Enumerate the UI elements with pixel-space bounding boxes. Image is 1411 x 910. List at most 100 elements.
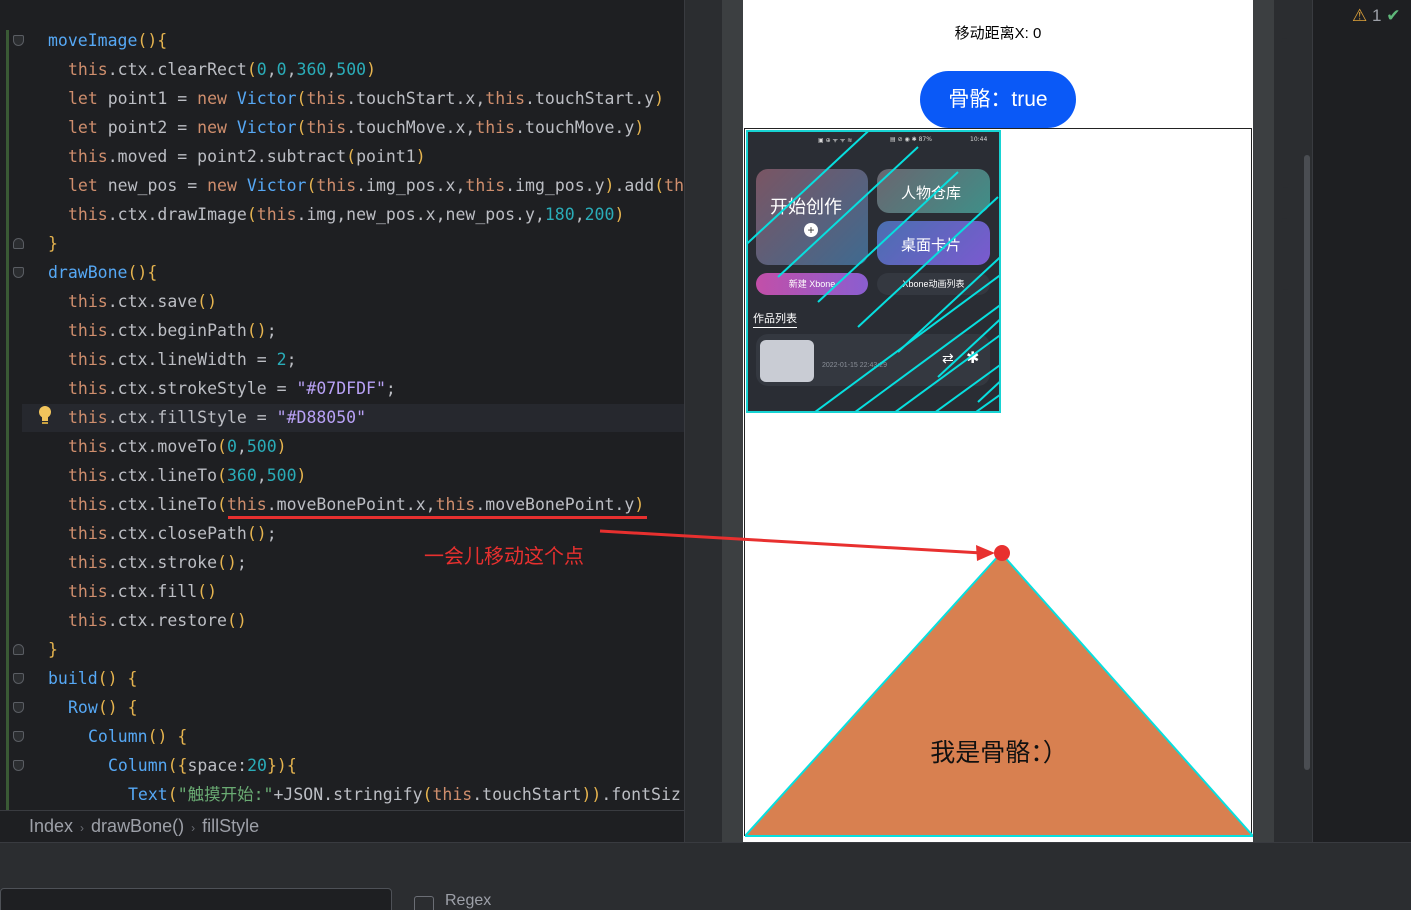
device-frame-right: [1253, 0, 1274, 910]
code-line[interactable]: }: [48, 229, 58, 258]
warnings-indicator[interactable]: ⚠ 1 ✔: [1352, 6, 1400, 26]
breadcrumb-item[interactable]: fillStyle: [202, 816, 259, 836]
code-line[interactable]: this.ctx.fillStyle = "#D88050": [68, 403, 366, 432]
fold-icon[interactable]: [13, 673, 24, 684]
code-token: let: [68, 118, 108, 137]
code-token: (): [217, 553, 237, 572]
code-token: this: [432, 785, 473, 804]
code-token: (: [296, 89, 307, 108]
code-token: this: [68, 147, 108, 166]
code-token: Victor: [246, 176, 307, 195]
code-line[interactable]: this.ctx.drawImage(this.img,new_pos.x,ne…: [68, 200, 624, 229]
code-editor[interactable]: moveImage(){this.ctx.clearRect(0,0,360,5…: [0, 0, 684, 810]
code-line[interactable]: Text("触摸开始:"+JSON.stringify(this.touchSt…: [128, 780, 681, 809]
code-line[interactable]: this.ctx.stroke();: [68, 548, 247, 577]
side-tab[interactable]: [1281, 38, 1289, 188]
code-line[interactable]: Column() {: [88, 722, 187, 751]
code-line[interactable]: moveImage(){: [48, 26, 167, 55]
code-line[interactable]: let new_pos = new Victor(this.img_pos.x,…: [68, 171, 684, 200]
code-line[interactable]: this.ctx.lineWidth = 2;: [68, 345, 297, 374]
code-token: ): [276, 437, 287, 456]
code-line[interactable]: build() {: [48, 664, 137, 693]
code-token: }: [48, 640, 58, 659]
breadcrumb-item[interactable]: Index: [29, 816, 73, 836]
code-line[interactable]: this.ctx.strokeStyle = "#07DFDF";: [68, 374, 396, 403]
code-line[interactable]: drawBone(){: [48, 258, 157, 287]
lightbulb-icon[interactable]: [38, 405, 52, 425]
code-token: .ctx.fill: [107, 582, 198, 601]
code-line[interactable]: this.ctx.closePath();: [68, 519, 277, 548]
code-token: .moveBonePoint.y: [475, 495, 635, 514]
code-line[interactable]: let point2 = new Victor(this.touchMove.x…: [68, 113, 644, 142]
code-token: "触摸开始:": [177, 785, 274, 804]
code-token: new: [197, 118, 237, 137]
annotation-text: 一会儿移动这个点: [424, 546, 584, 568]
code-line[interactable]: this.ctx.beginPath();: [68, 316, 277, 345]
code-token: ;: [286, 350, 297, 369]
code-token: space:: [187, 756, 248, 775]
code-token: (: [346, 147, 357, 166]
bone-toggle-button[interactable]: 骨骼：true: [920, 71, 1076, 128]
code-token: ,: [286, 60, 297, 79]
fold-icon[interactable]: [13, 731, 24, 742]
code-token: () {: [147, 727, 188, 746]
fold-icon[interactable]: [13, 644, 24, 655]
vertical-scrollbar[interactable]: [1304, 155, 1310, 770]
side-tab[interactable]: [1281, 218, 1289, 290]
code-token: 2: [276, 350, 287, 369]
code-line[interactable]: this.ctx.lineTo(360,500): [68, 461, 306, 490]
inspection-gutter: [1281, 0, 1411, 842]
code-token: (: [217, 495, 227, 514]
code-line[interactable]: }: [48, 635, 58, 664]
code-line[interactable]: this.ctx.lineTo(this.moveBonePoint.x,thi…: [68, 490, 644, 519]
code-token: let: [68, 176, 108, 195]
code-token: (: [246, 60, 257, 79]
regex-checkbox[interactable]: [414, 896, 434, 910]
code-token: this: [68, 582, 108, 601]
code-token: let: [68, 89, 108, 108]
code-line[interactable]: Row() {: [68, 693, 138, 722]
code-token: (): [246, 524, 267, 543]
code-token: this: [68, 437, 108, 456]
triangle-label: 我是骨骼：）: [930, 739, 1068, 767]
code-token: Row: [68, 698, 98, 717]
fold-icon[interactable]: [13, 35, 24, 46]
code-token: this: [306, 89, 347, 108]
code-line[interactable]: let point1 = new Victor(this.touchStart.…: [68, 84, 664, 113]
editor-gutter: [0, 0, 22, 810]
code-token: .ctx.beginPath: [107, 321, 247, 340]
fold-icon[interactable]: [13, 702, 24, 713]
fold-icon[interactable]: [13, 267, 24, 278]
annotation-underline: [228, 516, 647, 519]
code-token: (: [654, 176, 665, 195]
code-token: this: [68, 350, 108, 369]
code-line[interactable]: this.ctx.moveTo(0,500): [68, 432, 287, 461]
move-bone-point-handle[interactable]: [994, 545, 1010, 561]
breadcrumb-item[interactable]: drawBone(): [91, 816, 184, 836]
bone-canvas[interactable]: ▣ ⊕ ᯤ ᯤ ≋ ▤ ⊘ ◉ ✱ 87% 10:44 开始创作 + 人物仓库 …: [744, 128, 1253, 837]
code-line[interactable]: this.ctx.restore(): [68, 606, 247, 635]
code-line[interactable]: this.ctx.clearRect(0,0,360,500): [68, 55, 376, 84]
code-token: ): [634, 118, 645, 137]
code-token: Victor: [236, 118, 297, 137]
find-input[interactable]: [0, 888, 392, 910]
code-line[interactable]: this.ctx.save(): [68, 287, 217, 316]
fold-icon[interactable]: [13, 760, 24, 771]
bone-triangle-layer: [745, 545, 1253, 837]
code-token: .ctx.fillStyle =: [107, 408, 277, 427]
code-token: .moveBonePoint.x,: [266, 495, 436, 514]
code-token: this: [68, 60, 108, 79]
code-line[interactable]: this.ctx.fill(): [68, 577, 217, 606]
device-screen[interactable]: 移动距离X: 0 骨骼：true ▣ ⊕ ᯤ ᯤ ≋ ▤ ⊘ ◉ ✱ 87% 1…: [743, 0, 1253, 910]
code-token: "#07DFDF": [296, 379, 386, 398]
breadcrumb: Index › drawBone() › fillStyle: [0, 810, 684, 842]
chevron-right-icon: ›: [191, 821, 196, 835]
fold-icon[interactable]: [13, 238, 24, 249]
code-line[interactable]: Column({space:20}){: [108, 751, 297, 780]
bone-triangle: [745, 551, 1253, 837]
code-token: .img_pos.x,: [356, 176, 466, 195]
code-token: (): [197, 292, 218, 311]
warning-count: 1: [1371, 6, 1382, 25]
code-line[interactable]: this.moved = point2.subtract(point1): [68, 142, 426, 171]
code-token: () {: [97, 669, 138, 688]
